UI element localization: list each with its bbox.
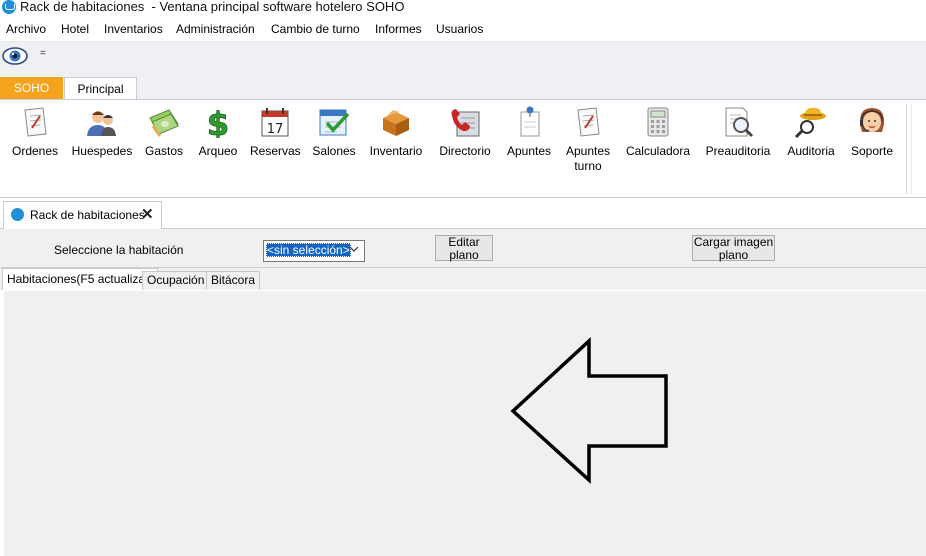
phonebook-icon xyxy=(451,109,480,137)
room-selection-bar: Seleccione la habitación <sin selección>… xyxy=(0,229,926,267)
arrow-left-icon xyxy=(510,337,668,484)
money-icon xyxy=(149,109,179,137)
ribbon-button-ordenes[interactable]: Ordenes xyxy=(11,106,59,159)
ribbon: Ordenes Huespedes Gastos $ Arqueo 17 Res… xyxy=(0,99,926,198)
audit-icon xyxy=(794,107,826,138)
ribbon-tab-row xyxy=(0,72,926,99)
ribbon-button-label: Huespedes xyxy=(71,144,133,158)
ribbon-button-preauditoria[interactable]: Preauditoria xyxy=(703,106,773,159)
calculator-icon xyxy=(647,107,669,137)
room-select[interactable]: <sin selección> xyxy=(263,240,365,262)
tab-ocupacion[interactable]: Ocupación xyxy=(142,271,210,290)
close-icon[interactable]: ✕ xyxy=(141,205,154,223)
rooms-panel xyxy=(3,291,926,556)
load-plan-image-button[interactable]: Cargar imagen plano xyxy=(692,235,775,262)
shift-notes-icon xyxy=(577,107,600,137)
ribbon-button-apuntes[interactable]: Apuntes xyxy=(505,106,553,159)
calendar-icon: 17 xyxy=(261,108,289,137)
tab-bitacora[interactable]: Bitácora xyxy=(206,271,261,290)
checklist-icon xyxy=(319,109,350,136)
ribbon-button-calculadora[interactable]: Calculadora xyxy=(625,106,691,159)
edit-plan-button[interactable]: Editar plano xyxy=(435,235,493,262)
ribbon-button-label: Inventario xyxy=(369,144,423,158)
menu-cambio-de-turno[interactable]: Cambio de turno xyxy=(271,22,360,36)
ribbon-button-auditoria[interactable]: Auditoria xyxy=(783,106,839,159)
menu-usuarios[interactable]: Usuarios xyxy=(436,22,483,36)
quick-access-toolbar: = xyxy=(0,42,926,72)
customize-toolbar-dropdown[interactable]: = xyxy=(40,48,46,59)
ribbon-button-label: Preauditoria xyxy=(705,144,771,158)
ribbon-button-label: Arqueo xyxy=(198,144,238,158)
menu-inventarios[interactable]: Inventarios xyxy=(104,22,163,36)
ribbon-button-label: Directorio xyxy=(439,144,491,158)
ribbon-button-label: Salones xyxy=(312,144,356,158)
menu-archivo[interactable]: Archivo xyxy=(6,22,46,36)
eye-icon[interactable] xyxy=(2,46,28,66)
tab-principal[interactable]: Principal xyxy=(64,77,137,100)
ribbon-separator xyxy=(906,104,907,194)
ribbon-button-directorio[interactable]: Directorio xyxy=(436,106,494,159)
inner-tab-bar: Habitaciones(F5 actualizar) Ocupación Bi… xyxy=(0,267,926,290)
ribbon-button-label: Auditoria xyxy=(787,144,835,158)
ribbon-button-salones[interactable]: Salones xyxy=(310,106,358,159)
document-tab-label: Rack de habitaciones xyxy=(30,208,145,222)
ribbon-button-gastos[interactable]: Gastos xyxy=(142,106,186,159)
ribbon-separator xyxy=(911,104,912,194)
ribbon-button-label: Reservas xyxy=(250,144,301,158)
ribbon-button-label: Ordenes xyxy=(11,144,59,158)
soho-bell-icon xyxy=(11,208,24,221)
ribbon-button-label: Gastos xyxy=(144,144,183,158)
document-tab-rack[interactable]: Rack de habitaciones ✕ xyxy=(3,201,162,230)
menu-informes[interactable]: Informes xyxy=(375,22,422,36)
orders-icon xyxy=(24,107,47,137)
ribbon-button-inventario[interactable]: Inventario xyxy=(367,106,425,159)
ribbon-button-apuntes-turno[interactable]: Apuntes turno xyxy=(563,106,613,174)
calendar-day: 17 xyxy=(267,122,284,137)
chevron-down-icon xyxy=(349,246,359,252)
ribbon-button-huespedes[interactable]: Huespedes xyxy=(71,106,133,159)
ribbon-button-label: Soporte xyxy=(850,144,894,158)
dollar-icon: $ xyxy=(206,106,229,138)
title-bar: Rack de habitaciones - Ventana principal… xyxy=(0,0,926,18)
guests-icon xyxy=(87,111,116,136)
ribbon-button-reservas[interactable]: 17 Reservas xyxy=(250,106,301,159)
room-select-value: <sin selección> xyxy=(266,243,351,257)
soho-bell-icon xyxy=(2,0,16,14)
support-icon xyxy=(859,108,885,132)
menu-administracion[interactable]: Administración xyxy=(176,22,255,36)
window-title: Rack de habitaciones - Ventana principal… xyxy=(20,0,405,14)
note-icon xyxy=(520,106,540,137)
ribbon-button-label: Apuntes turno xyxy=(565,144,611,173)
preaudit-icon xyxy=(725,107,754,138)
menu-bar: Archivo Hotel Inventarios Administración… xyxy=(0,19,926,42)
svg-text:$: $ xyxy=(207,106,229,138)
ribbon-button-label: Apuntes xyxy=(506,144,552,158)
menu-hotel[interactable]: Hotel xyxy=(61,22,89,36)
ribbon-button-label: Calculadora xyxy=(625,144,691,158)
ribbon-button-arqueo[interactable]: $ Arqueo xyxy=(195,106,241,159)
room-select-label: Seleccione la habitación xyxy=(54,243,184,257)
ribbon-button-soporte[interactable]: Soporte xyxy=(847,106,897,159)
tab-habitaciones[interactable]: Habitaciones(F5 actualizar) xyxy=(2,268,159,290)
tab-soho[interactable]: SOHO xyxy=(0,77,63,99)
box-icon xyxy=(383,110,409,136)
